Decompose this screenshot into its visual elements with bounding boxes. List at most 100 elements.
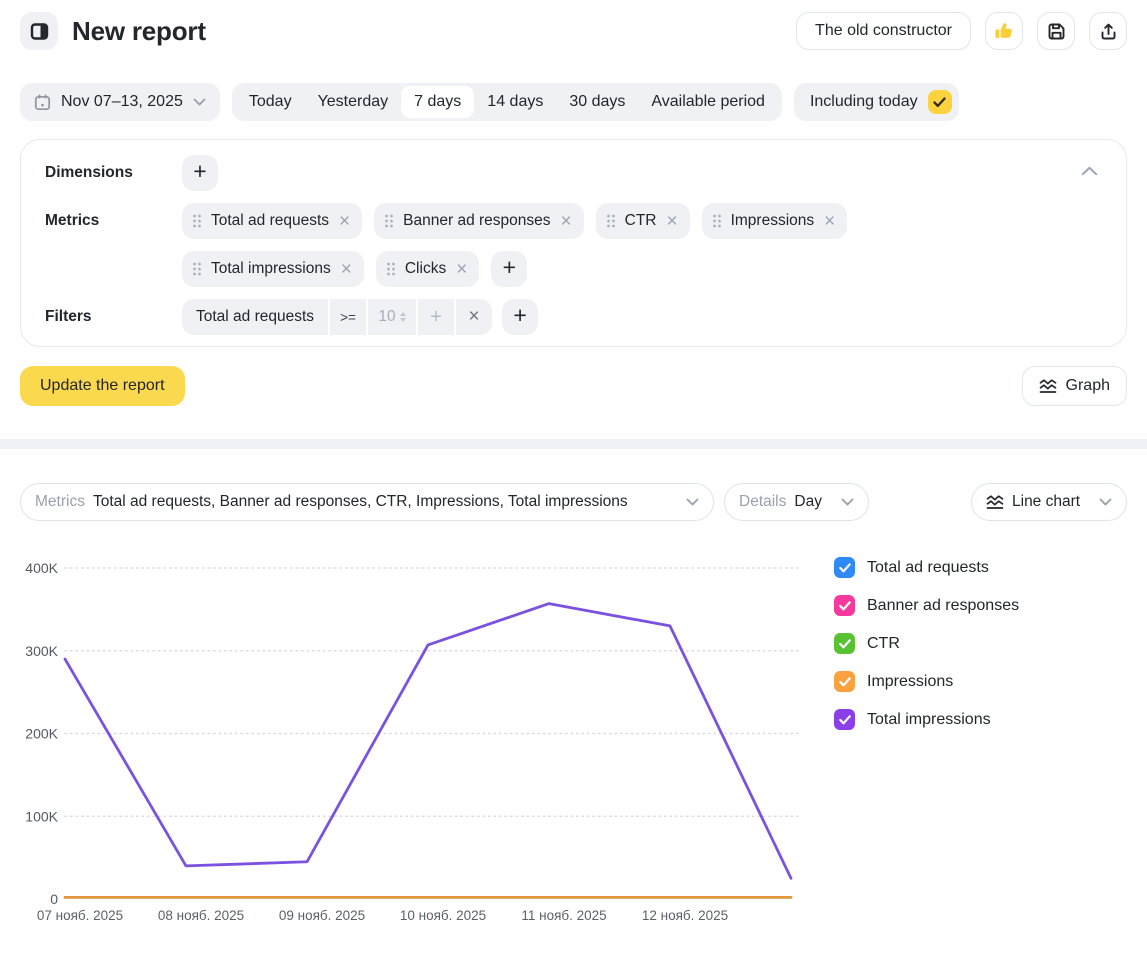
date-presets: TodayYesterday7 days14 days30 daysAvaila…: [232, 83, 782, 121]
filter-operator[interactable]: >=: [330, 299, 366, 335]
metrics-select-value: Total ad requests, Banner ad responses, …: [93, 493, 678, 511]
chart-details-select[interactable]: Details Day: [724, 483, 869, 521]
y-axis-tick-label: 300K: [25, 643, 58, 659]
collapse-panel-button[interactable]: [1077, 160, 1102, 183]
chip-label: Total impressions: [211, 260, 331, 278]
share-button[interactable]: [1089, 12, 1127, 50]
number-spinner-icon[interactable]: [400, 312, 406, 322]
y-axis-tick-label: 200K: [25, 726, 58, 742]
add-filter-button[interactable]: +: [502, 299, 538, 335]
chevron-down-icon: [1099, 498, 1112, 506]
remove-chip-icon[interactable]: ×: [666, 212, 677, 231]
legend-item-ctr[interactable]: CTR: [834, 631, 1134, 656]
add-metric-button[interactable]: +: [491, 251, 527, 287]
drag-handle-icon[interactable]: [193, 262, 201, 276]
thumbs-up-icon: [994, 21, 1014, 41]
metric-chip-total-ad-requests[interactable]: Total ad requests ×: [182, 203, 362, 239]
metrics-label: Metrics: [45, 203, 182, 239]
like-button[interactable]: [985, 12, 1023, 50]
update-report-button[interactable]: Update the report: [20, 366, 185, 406]
chip-label: Total ad requests: [211, 212, 329, 230]
date-range-label: Nov 07–13, 2025: [61, 93, 183, 111]
preset-available-period[interactable]: Available period: [638, 86, 778, 118]
add-dimension-button[interactable]: +: [182, 155, 218, 191]
metric-chip-clicks[interactable]: Clicks×: [376, 251, 479, 287]
old-constructor-button[interactable]: The old constructor: [796, 12, 971, 50]
series-line-total-ad-requests-total-impressions-overlapping-lines: [65, 604, 791, 879]
filters-label: Filters: [45, 299, 182, 335]
save-button[interactable]: [1037, 12, 1075, 50]
drag-handle-icon[interactable]: [387, 262, 395, 276]
date-range-picker[interactable]: Nov 07–13, 2025: [20, 83, 220, 121]
dimensions-label: Dimensions: [45, 155, 182, 191]
report-settings-panel: Dimensions + Metrics Total ad requests×B…: [20, 139, 1127, 347]
legend-label: CTR: [867, 635, 900, 653]
section-divider: [0, 439, 1147, 449]
filter-value-input[interactable]: 10: [368, 299, 416, 335]
legend-item-total-impressions[interactable]: Total impressions: [834, 707, 1134, 732]
details-select-value: Day: [794, 493, 822, 511]
drag-handle-icon[interactable]: [713, 214, 721, 228]
including-today-toggle[interactable]: Including today: [794, 83, 959, 121]
y-axis-tick-label: 0: [50, 891, 58, 907]
chevron-down-icon: [193, 98, 206, 106]
metric-chips-row-1: Total ad requests×Banner ad responses×CT…: [182, 203, 847, 239]
calendar-icon: [34, 94, 51, 111]
chevron-down-icon: [841, 498, 854, 506]
preset-30-days[interactable]: 30 days: [556, 86, 638, 118]
chart-metrics-select[interactable]: Metrics Total ad requests, Banner ad res…: [20, 483, 714, 521]
chart-section: 0100K200K300K400K07 нояб. 202508 нояб. 2…: [20, 547, 1147, 932]
y-axis-tick-label: 400K: [25, 560, 58, 576]
legend-label: Total impressions: [867, 711, 991, 729]
legend-checkbox-icon[interactable]: [834, 557, 855, 578]
chart-type-value: Line chart: [1012, 493, 1080, 511]
chip-label: Banner ad responses: [403, 212, 550, 230]
metric-chip-banner-ad-responses[interactable]: Banner ad responses ×: [374, 203, 583, 239]
drag-handle-icon[interactable]: [385, 214, 393, 228]
legend-checkbox-icon[interactable]: [834, 633, 855, 654]
topbar-actions: The old constructor: [796, 12, 1127, 50]
filter-area: Total ad requests >= 10 + × +: [182, 299, 538, 335]
graph-view-button[interactable]: Graph: [1022, 366, 1127, 406]
y-axis-tick-label: 100K: [25, 808, 58, 824]
graph-button-label: Graph: [1066, 377, 1110, 395]
line-chart-icon: [986, 494, 1004, 510]
graph-icon: [1039, 378, 1057, 394]
dimensions-row: Dimensions +: [45, 155, 1102, 191]
metric-chip-total-impressions[interactable]: Total impressions ×: [182, 251, 364, 287]
metric-chip-ctr[interactable]: CTR×: [596, 203, 690, 239]
report-panel-icon[interactable]: [20, 12, 58, 50]
close-icon: ×: [468, 306, 479, 328]
drag-handle-icon[interactable]: [193, 214, 201, 228]
legend-item-banner-ad-responses[interactable]: Banner ad responses: [834, 593, 1134, 618]
filter-remove-button[interactable]: ×: [456, 299, 492, 335]
x-axis-tick-label: 11 нояб. 2025: [521, 908, 606, 923]
filter-add-value-button[interactable]: +: [418, 299, 454, 335]
plus-icon: +: [430, 306, 442, 329]
remove-chip-icon[interactable]: ×: [339, 212, 350, 231]
x-axis-tick-label: 09 нояб. 2025: [279, 908, 365, 923]
remove-chip-icon[interactable]: ×: [341, 260, 352, 279]
checkbox-checked-icon: [928, 90, 952, 114]
preset-yesterday[interactable]: Yesterday: [305, 86, 402, 118]
legend-item-impressions[interactable]: Impressions: [834, 669, 1134, 694]
remove-chip-icon[interactable]: ×: [456, 260, 467, 279]
legend-item-total-ad-requests[interactable]: Total ad requests: [834, 555, 1134, 580]
legend-checkbox-icon[interactable]: [834, 709, 855, 730]
preset-7-days[interactable]: 7 days: [401, 86, 474, 118]
legend-checkbox-icon[interactable]: [834, 671, 855, 692]
line-chart: 0100K200K300K400K07 нояб. 202508 нояб. 2…: [20, 547, 820, 932]
legend-checkbox-icon[interactable]: [834, 595, 855, 616]
remove-chip-icon[interactable]: ×: [824, 212, 835, 231]
metric-chip-impressions[interactable]: Impressions×: [702, 203, 848, 239]
remove-chip-icon[interactable]: ×: [561, 212, 572, 231]
preset-today[interactable]: Today: [236, 86, 305, 118]
metric-chips: Total ad requests×Banner ad responses×CT…: [182, 203, 847, 287]
chart-type-select[interactable]: Line chart: [971, 483, 1127, 521]
filter-field[interactable]: Total ad requests: [182, 299, 328, 335]
drag-handle-icon[interactable]: [607, 214, 615, 228]
including-today-label: Including today: [810, 93, 918, 111]
legend-label: Banner ad responses: [867, 597, 1019, 615]
legend-label: Impressions: [867, 673, 953, 691]
preset-14-days[interactable]: 14 days: [474, 86, 556, 118]
